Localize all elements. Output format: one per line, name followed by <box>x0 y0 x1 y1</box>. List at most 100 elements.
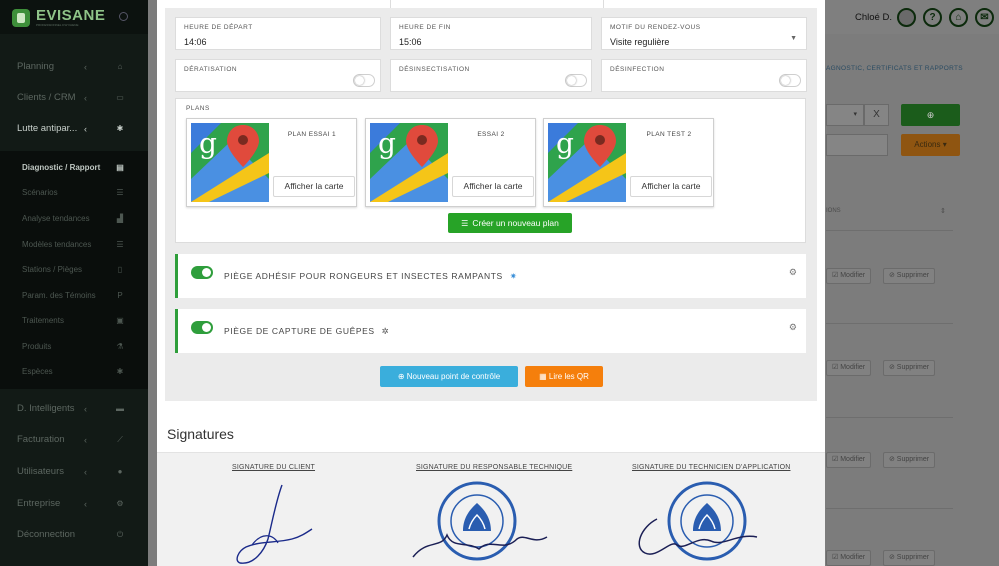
sidebar-subitem-label: Modèles tendances <box>22 240 92 249</box>
search-field[interactable] <box>826 134 888 156</box>
sidebar-subitem-analyse[interactable]: Analyse tendances ▟ <box>0 209 148 229</box>
button-label: Lire les QR <box>548 372 589 381</box>
sidebar-item-lutte[interactable]: Lutte antipar... ‹ ✱ <box>0 118 148 140</box>
edit-button[interactable]: ☑ Modifier <box>826 268 872 284</box>
sidebar-item-utilisateurs[interactable]: Utilisateurs ‹ ● <box>0 461 148 483</box>
create-plan-button[interactable]: ☰ Créer un nouveau plan <box>448 213 572 233</box>
delete-button[interactable]: ⊘ Supprimer <box>883 550 936 566</box>
plan-name: PLAN TEST 2 <box>646 131 692 138</box>
sort-icon[interactable]: ⇕ <box>940 207 946 215</box>
sidebar-subitem-modeles[interactable]: Modèles tendances ☰ <box>0 235 148 255</box>
read-qr-button[interactable]: ▦ Lire les QR <box>525 366 603 387</box>
control-point-label: PIÈGE ADHÉSIF POUR RONGEURS ET INSECTES … <box>224 271 518 282</box>
actions-button[interactable]: Actions ▾ <box>901 134 960 156</box>
show-map-button[interactable]: Afficher la carte <box>452 176 534 197</box>
edit-button[interactable]: ☑ Modifier <box>826 360 872 376</box>
clear-filter-button[interactable]: X <box>864 104 889 126</box>
sidebar-item-planning[interactable]: Planning ‹ ⌂ <box>0 56 148 78</box>
svg-text:g: g <box>378 127 396 160</box>
clipboard-icon: ▤ <box>116 163 124 172</box>
technician-signature[interactable] <box>627 479 777 566</box>
breadcrumb: AGNOSTIC, CERTIFICATS ET RAPPORTS <box>826 65 963 72</box>
delete-button[interactable]: ⊘ Supprimer <box>883 268 936 284</box>
sidebar-item-clients[interactable]: Clients / CRM ‹ ▭ <box>0 87 148 109</box>
google-maps-icon: g <box>191 123 269 202</box>
sidebar-subitem-produits[interactable]: Produits ⚗ <box>0 337 148 357</box>
gear-icon[interactable]: ⚙ <box>789 322 797 333</box>
sidebar-subitem-label: Espèces <box>22 367 53 376</box>
google-maps-icon: g <box>370 123 448 202</box>
svg-text:g: g <box>556 127 574 160</box>
start-time-field[interactable]: Heure de départ 14:06 <box>175 17 381 50</box>
sidebar-item-label: D. Intelligents <box>17 403 75 414</box>
control-point-item[interactable]: PIÈGE DE CAPTURE DE GUÊPES ✲ ⚙ <box>175 309 806 353</box>
sidebar-subitem-temoins[interactable]: Param. des Témoins P <box>0 286 148 306</box>
edit-button[interactable]: ☑ Modifier <box>826 452 872 468</box>
toggle-switch[interactable] <box>565 74 587 87</box>
svg-text:g: g <box>199 127 217 160</box>
add-button[interactable]: ⊕ <box>901 104 960 126</box>
technical-manager-signature[interactable] <box>407 479 557 566</box>
sidebar-item-entreprise[interactable]: Entreprise ‹ ⚙ <box>0 493 148 515</box>
logo-subtitle: PROFESSIONNEL D'HYGIENE <box>36 23 79 27</box>
signature-label: SIGNATURE DU TECHNICIEN D'APPLICATION <box>632 464 791 471</box>
show-map-button[interactable]: Afficher la carte <box>630 176 712 197</box>
toggle-label: Dératisation <box>184 66 238 73</box>
plan-card: g PLAN TEST 2 Afficher la carte <box>543 118 714 207</box>
sidebar-item-intelligents[interactable]: D. Intelligents ‹ ▬ <box>0 398 148 420</box>
plan-card: g ESSAI 2 Afficher la carte <box>365 118 536 207</box>
plus-circle-icon: ⊕ <box>397 372 407 381</box>
sidebar-item-label: Planning <box>17 61 54 72</box>
sidebar-item-deconnection[interactable]: Déconnection ⏻ <box>0 524 148 546</box>
sidebar-item-label: Clients / CRM <box>17 92 76 103</box>
toggle-switch[interactable] <box>191 266 213 279</box>
plans-section: PLANS g PLAN ESSAI 1 Afficher la carte g <box>175 98 806 243</box>
chat-icon[interactable]: ✉ <box>975 8 994 27</box>
toggle-switch[interactable] <box>779 74 801 87</box>
home-circle-icon[interactable]: ⌂ <box>949 8 968 27</box>
sidebar-item-label: Déconnection <box>17 529 76 540</box>
control-point-item[interactable]: PIÈGE ADHÉSIF POUR RONGEURS ET INSECTES … <box>175 254 806 298</box>
toggle-desinfection: Désinfection <box>601 59 807 92</box>
sidebar-header: EVISANE PROFESSIONNEL D'HYGIENE <box>0 0 148 34</box>
user-name[interactable]: Chloé D. <box>855 12 892 23</box>
sidebar-subitem-label: Analyse tendances <box>22 214 90 223</box>
client-signature[interactable] <box>232 481 322 566</box>
field-label: Heure de départ <box>184 24 253 31</box>
end-time-field[interactable]: Heure de fin 15:06 <box>390 17 592 50</box>
sidebar-subitem-especes[interactable]: Espèces ✱ <box>0 362 148 382</box>
id-card-icon: ▭ <box>116 93 124 102</box>
sidebar-subitem-stations[interactable]: Stations / Pièges ▯ <box>0 260 148 280</box>
background-table <box>826 196 953 566</box>
delete-button[interactable]: ⊘ Supprimer <box>883 360 936 376</box>
sidebar-subitem-traitements[interactable]: Traitements ▣ <box>0 311 148 331</box>
avatar[interactable] <box>897 8 916 27</box>
edit-button[interactable]: ☑ Modifier <box>826 550 872 566</box>
button-label: Créer un nouveau plan <box>472 218 559 228</box>
sidebar-subitem-label: Param. des Témoins <box>22 291 96 300</box>
delete-button[interactable]: ⊘ Supprimer <box>883 452 936 468</box>
toggle-switch[interactable] <box>191 321 213 334</box>
show-map-button[interactable]: Afficher la carte <box>273 176 355 197</box>
toggle-switch[interactable] <box>353 74 375 87</box>
control-point-label: PIÈGE DE CAPTURE DE GUÊPES ✲ <box>224 326 389 337</box>
sidebar-item-facturation[interactable]: Facturation ‹ ⟋ <box>0 429 148 451</box>
control-point-name: PIÈGE DE CAPTURE DE GUÊPES <box>224 326 375 336</box>
filter-select[interactable]: ▾ <box>826 104 864 126</box>
new-control-point-button[interactable]: ⊕ Nouveau point de contrôle <box>380 366 518 387</box>
gear-icon[interactable]: ⚙ <box>789 267 797 278</box>
sidebar: EVISANE PROFESSIONNEL D'HYGIENE Planning… <box>0 0 148 566</box>
sidebar-subitem-label: Traitements <box>22 316 64 325</box>
help-icon[interactable]: ? <box>923 8 942 27</box>
field-label: Motif du rendez-vous <box>610 24 701 31</box>
user-icon: ● <box>117 467 123 476</box>
sidebar-item-label: Utilisateurs <box>17 466 64 477</box>
chevron-left-icon: ‹ <box>84 62 87 72</box>
plan-card: g PLAN ESSAI 1 Afficher la carte <box>186 118 357 207</box>
sidebar-subitem-scenarios[interactable]: Scénarios ☰ <box>0 183 148 203</box>
sidebar-collapse-icon[interactable] <box>119 12 128 21</box>
row-divider <box>826 508 953 509</box>
sidebar-subitem-diagnostic[interactable]: Diagnostic / Rapport ▤ <box>0 158 148 178</box>
list-icon: ☰ <box>116 188 124 197</box>
reason-select[interactable]: Motif du rendez-vous Visite regulière ▼ <box>601 17 807 50</box>
